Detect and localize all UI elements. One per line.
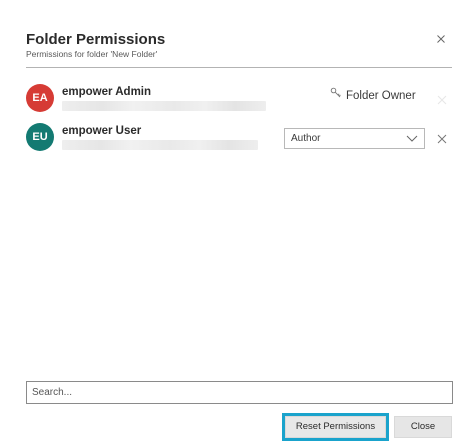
permission-row-user: EU empower User Author [26,119,452,157]
close-button[interactable]: Close [394,416,452,438]
key-icon [330,87,341,98]
user-email-redacted [62,140,258,150]
search-input[interactable] [26,381,453,404]
user-email-redacted [62,101,266,111]
close-icon[interactable] [434,32,448,46]
folder-permissions-dialog: Folder Permissions Permissions for folde… [0,0,460,441]
user-name: empower User [62,125,142,137]
header-divider [26,67,452,68]
avatar: EU [26,123,54,151]
role-select[interactable]: Author [284,128,425,149]
role-select-value: Author [291,133,321,144]
dialog-title: Folder Permissions [26,31,166,48]
owner-role-label: Folder Owner [346,90,416,102]
chevron-down-icon [406,135,418,142]
dialog-subtitle: Permissions for folder 'New Folder' [26,49,158,59]
reset-permissions-button[interactable]: Reset Permissions [282,413,389,441]
avatar: EA [26,84,54,112]
permission-row-admin: EA empower Admin Folder Owner [26,80,452,118]
owner-role: Folder Owner [330,87,416,102]
remove-user-icon [436,93,448,105]
remove-user-icon[interactable] [436,132,448,144]
user-name: empower Admin [62,86,152,98]
